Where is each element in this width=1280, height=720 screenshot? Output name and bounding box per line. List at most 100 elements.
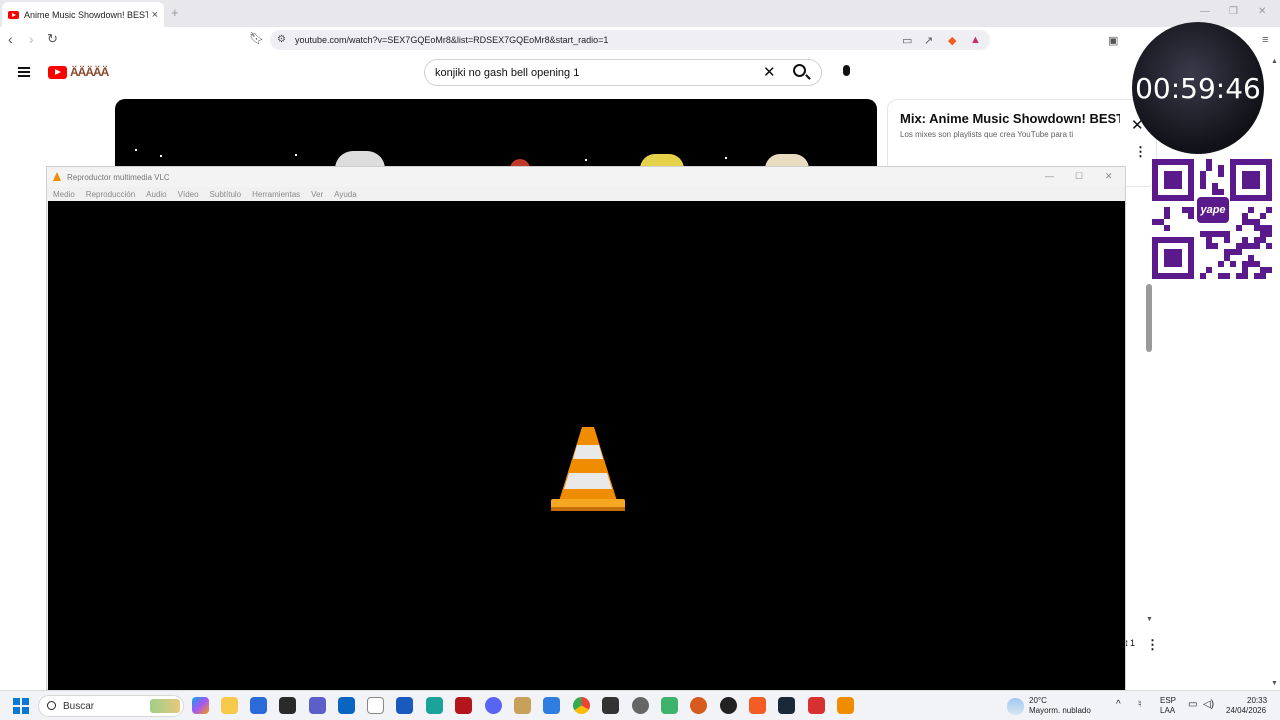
qr-module — [1218, 171, 1224, 177]
vlc-menu-playback[interactable]: Reproducción — [86, 190, 135, 199]
discord-icon[interactable] — [485, 697, 502, 714]
vlc-taskbar-icon[interactable] — [837, 697, 854, 714]
qr-module — [1260, 213, 1266, 219]
scroll-up-icon[interactable]: ▲ — [1271, 58, 1278, 65]
vlc-menu-subtitle[interactable]: Subtítulo — [210, 190, 242, 199]
vlc-maximize-icon[interactable]: ☐ — [1075, 171, 1083, 182]
game-app-icon[interactable] — [514, 697, 531, 714]
file-explorer-icon[interactable] — [221, 697, 238, 714]
youtube-header: ÄÄÄÄÄ konjiki no gash bell opening 1 ✕ — [0, 55, 1130, 91]
search-highlight-art — [150, 699, 180, 713]
qr-module — [1224, 273, 1230, 279]
video-player[interactable] — [115, 99, 877, 169]
timer-value: 00:59:46 — [1135, 71, 1261, 105]
teams-icon[interactable] — [309, 697, 326, 714]
playlist-subtitle: Los mixes son playlists que crea YouTube… — [900, 130, 1074, 139]
steam-icon[interactable] — [778, 697, 795, 714]
new-tab-button[interactable]: + — [171, 5, 179, 20]
weather-cloud-icon[interactable] — [1007, 698, 1024, 715]
capcut-icon[interactable] — [602, 697, 619, 714]
playlist-more-icon[interactable]: ⋮ — [1134, 144, 1147, 160]
maximize-icon[interactable]: ❐ — [1229, 6, 1238, 17]
site-info-icon[interactable]: ⚙ — [277, 34, 286, 45]
back-icon[interactable]: ‹ — [8, 31, 13, 47]
dota-icon[interactable] — [455, 697, 472, 714]
chrome-icon[interactable] — [573, 697, 590, 714]
tab-close-icon[interactable]: × — [152, 9, 158, 21]
bookmark-icon[interactable]: 🔖︎ — [249, 31, 264, 45]
clock-time[interactable]: 20:33 — [1247, 696, 1267, 706]
vlc-title-bar[interactable]: Reproductor multimedia VLC — ☐ ✕ — [47, 167, 1125, 187]
word-icon[interactable] — [396, 697, 413, 714]
game-launcher-icon[interactable] — [661, 697, 678, 714]
edge-icon[interactable] — [426, 697, 443, 714]
vlc-menu-view[interactable]: Ver — [311, 190, 323, 199]
page-scrollbar[interactable] — [1146, 284, 1152, 352]
microphone-icon[interactable] — [843, 65, 850, 76]
obs-icon[interactable] — [632, 697, 649, 714]
keyboard-layout[interactable]: LAA — [1160, 706, 1175, 716]
network-icon[interactable]: ▭ — [1188, 700, 1197, 710]
qr-module — [1236, 225, 1242, 231]
qr-module — [1206, 165, 1212, 171]
search-icon[interactable] — [793, 64, 806, 77]
taskbar-search[interactable]: Buscar — [38, 695, 184, 717]
sidebar-icon[interactable]: ▣ — [1108, 34, 1118, 47]
outlook-icon[interactable] — [338, 697, 355, 714]
weather-temp[interactable]: 20°C — [1029, 696, 1047, 706]
vlc-video-area[interactable] — [48, 201, 1125, 690]
weather-desc[interactable]: Mayorm. nublado — [1029, 706, 1091, 716]
language-code[interactable]: ESP — [1160, 696, 1176, 706]
qr-module — [1254, 243, 1260, 249]
hamburger-menu-icon[interactable] — [18, 67, 30, 77]
menu-icon[interactable]: ≡ — [1262, 34, 1268, 46]
browser-tab-youtube[interactable]: Anime Music Showdown! BEST 1 × — [2, 2, 164, 27]
windows-start-icon[interactable] — [13, 698, 29, 714]
playlist-title[interactable]: Mix: Anime Music Showdown! BEST... — [900, 111, 1120, 126]
volume-icon[interactable]: ◁) — [1203, 700, 1214, 710]
vlc-logo-icon — [53, 172, 61, 181]
qr-module — [1164, 213, 1170, 219]
vlc-menu-tools[interactable]: Herramientas — [252, 190, 300, 199]
scroll-down-icon[interactable]: ▼ — [1146, 616, 1153, 623]
vlc-close-icon[interactable]: ✕ — [1105, 171, 1113, 182]
clock-date[interactable]: 24/04/2026 — [1226, 706, 1266, 716]
chatgpt-icon[interactable] — [720, 697, 737, 714]
vlc-menu-video[interactable]: Vídeo — [178, 190, 199, 199]
qr-finder-pattern — [1152, 237, 1158, 279]
cast-icon[interactable]: ▭ — [902, 34, 912, 47]
app-icon[interactable] — [690, 697, 707, 714]
youtube-logo-icon[interactable] — [48, 66, 67, 79]
more-options-icon[interactable]: ⋮ — [1146, 637, 1159, 653]
vlc-menu-help[interactable]: Ayuda — [334, 190, 357, 199]
qr-finder-pattern — [1188, 237, 1194, 279]
epic-games-icon[interactable] — [279, 697, 296, 714]
brave-rewards-icon[interactable]: ▲ — [970, 34, 981, 46]
youtube-doodle[interactable]: ÄÄÄÄÄ — [70, 65, 109, 79]
brave-icon[interactable] — [749, 697, 766, 714]
copilot-icon[interactable] — [192, 697, 209, 714]
clear-search-icon[interactable]: ✕ — [763, 63, 776, 81]
forward-icon[interactable]: › — [29, 31, 34, 47]
microsoft-store-icon[interactable] — [250, 697, 267, 714]
game-icon[interactable] — [808, 697, 825, 714]
vlc-window: Reproductor multimedia VLC — ☐ ✕ Medio R… — [46, 166, 1126, 690]
qr-finder-pattern — [1164, 249, 1182, 267]
vlc-menu-audio[interactable]: Audio — [146, 190, 166, 199]
scroll-down-icon[interactable]: ▼ — [1271, 680, 1278, 687]
reload-icon[interactable]: ↻ — [47, 31, 58, 47]
youtube-favicon-icon — [8, 10, 19, 19]
share-icon[interactable]: ↗ — [924, 34, 933, 47]
minimize-icon[interactable]: — — [1200, 6, 1210, 17]
close-window-icon[interactable]: ✕ — [1258, 6, 1266, 17]
brave-shield-icon[interactable]: ◆ — [948, 34, 956, 47]
qr-finder-pattern — [1242, 171, 1260, 189]
vlc-menu-media[interactable]: Medio — [53, 190, 75, 199]
qr-finder-pattern — [1164, 171, 1182, 189]
address-bar[interactable]: ⚙ youtube.com/watch?v=SEX7GQEoMr8&list=R… — [270, 30, 990, 50]
notepad-icon[interactable] — [367, 697, 384, 714]
tray-overflow-icon[interactable]: ^ — [1116, 700, 1121, 710]
notes-app-icon[interactable] — [543, 697, 560, 714]
vlc-minimize-icon[interactable]: — — [1045, 171, 1054, 181]
microphone-tray-icon[interactable]: ♮ — [1138, 700, 1142, 710]
